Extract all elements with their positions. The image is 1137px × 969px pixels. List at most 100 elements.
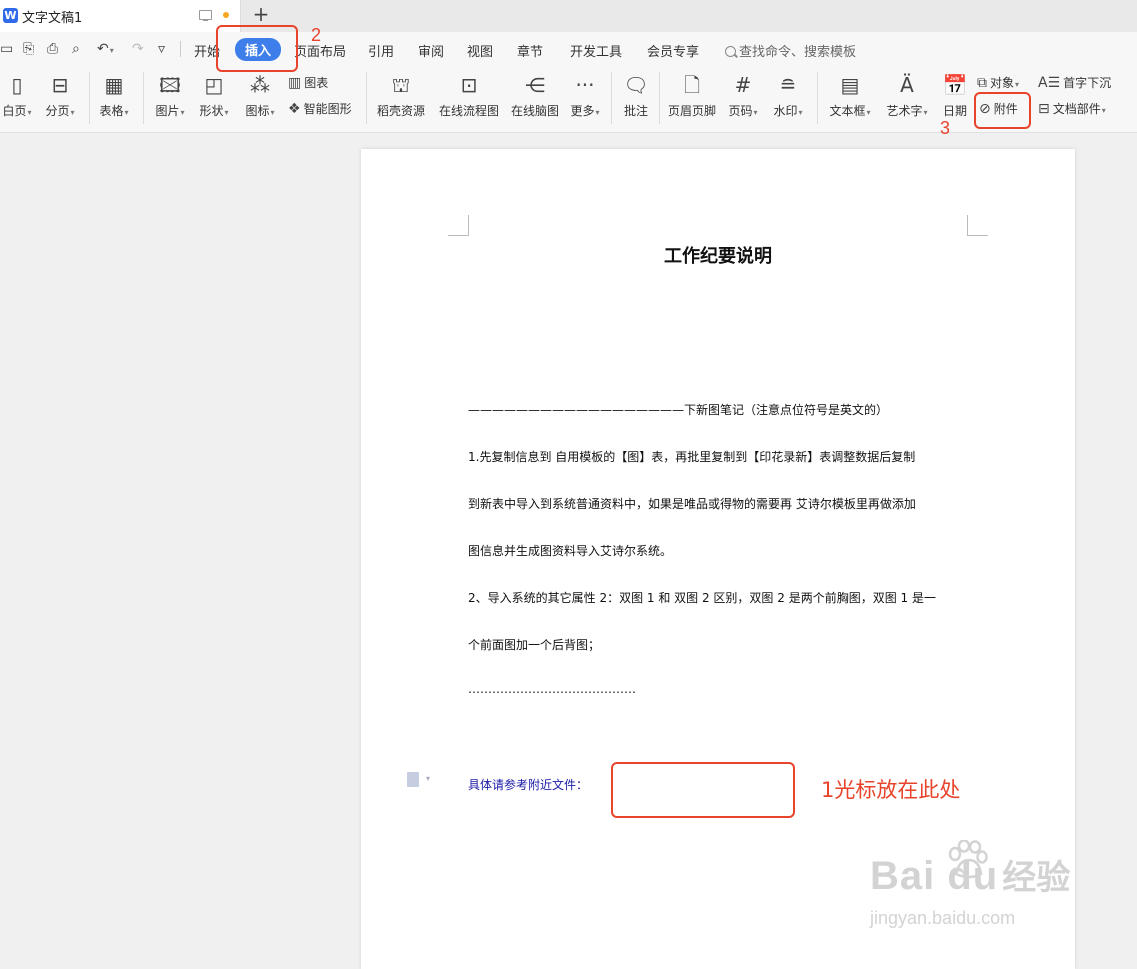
document-paragraph: …………………………………… xyxy=(468,682,636,696)
chart-label: 图表 xyxy=(304,76,329,90)
mindmap-icon: ⋲ xyxy=(525,73,545,97)
ribbon-divider xyxy=(817,72,818,124)
blank-page-button[interactable]: ▯ 白页▾ xyxy=(0,72,34,119)
more-icon: ··· xyxy=(575,73,595,97)
annotation-box-insert-tab xyxy=(216,25,298,72)
document-paragraph: 1.先复制信息到 自用模板的【图】表，再批里复制到【印花录新】表调整数据后复制 xyxy=(468,450,916,464)
textbox-icon: ▤ xyxy=(840,73,860,97)
watermark-brand-cn: 经验 xyxy=(1002,858,1071,898)
tab-sections[interactable]: 章节 xyxy=(517,41,543,60)
comment-button[interactable]: 🗨 批注 xyxy=(620,72,652,119)
document-title: 文字文稿1 xyxy=(22,11,83,26)
textbox-button[interactable]: ▤ 文本框▾ xyxy=(826,72,874,119)
header-footer-label: 页眉页脚 xyxy=(667,104,716,118)
object-icon: ⧉ xyxy=(977,75,987,91)
document-paragraph: 图信息并生成图资料导入艾诗尔系统。 xyxy=(468,544,673,558)
save-icon[interactable]: ▭ xyxy=(0,42,13,56)
page-break-label: 分页 xyxy=(45,104,70,118)
table-button[interactable]: ▦ 表格▾ xyxy=(96,72,132,119)
flowchart-icon: ⊡ xyxy=(460,73,478,97)
picture-button[interactable]: 🖾 图片▾ xyxy=(152,72,188,119)
annotation-box-attachment xyxy=(974,92,1031,129)
drop-cap-button[interactable]: A☰ 首字下沉 xyxy=(1038,74,1111,91)
new-tab-button[interactable]: + xyxy=(251,4,271,26)
search-placeholder: 查找命令、搜索模板 xyxy=(739,45,857,60)
online-flowchart-label: 在线流程图 xyxy=(438,104,499,118)
watermark-label: 水印 xyxy=(773,104,798,118)
calendar-icon: 📅 xyxy=(942,73,968,97)
wordart-button[interactable]: Ä 艺术字▾ xyxy=(883,72,931,119)
online-mindmap-label: 在线脑图 xyxy=(510,104,559,118)
undo-icon[interactable]: ↶▾ xyxy=(97,42,114,58)
docer-resources-button[interactable]: ⛫ 稻壳资源 xyxy=(375,72,427,119)
tab-review[interactable]: 审阅 xyxy=(418,41,444,60)
attachment-reference-text: 具体请参考附近文件： xyxy=(468,778,589,792)
baidu-watermark: Bai du 经验 jingyan.baidu.com xyxy=(870,840,1071,928)
online-mindmap-button[interactable]: ⋲ 在线脑图 xyxy=(509,72,561,119)
customize-quick-access-icon[interactable]: ▿ xyxy=(158,42,165,56)
watermark-icon: ≘ xyxy=(779,73,797,97)
more-label: 更多 xyxy=(570,104,595,118)
command-search[interactable]: 查找命令、搜索模板 xyxy=(725,41,856,60)
more-button[interactable]: ··· 更多▾ xyxy=(567,72,603,119)
picture-label: 图片 xyxy=(155,104,180,118)
comment-label: 批注 xyxy=(623,104,648,118)
redo-icon[interactable]: ↷ xyxy=(132,42,144,56)
header-footer-icon: 🗋 xyxy=(683,73,701,97)
ribbon-divider xyxy=(659,72,660,124)
docer-resources-label: 稻壳资源 xyxy=(376,104,425,118)
document-tab[interactable]: W 文字文稿1 xyxy=(0,0,241,32)
margin-corner-mark xyxy=(967,215,988,236)
smart-art-label: 智能图形 xyxy=(303,102,352,116)
paragraph-handle-icon[interactable] xyxy=(407,772,419,787)
chart-button[interactable]: ▥ 图表 xyxy=(288,74,328,91)
monitor-icon[interactable] xyxy=(199,10,212,21)
blank-page-label: 白页 xyxy=(2,104,27,118)
icon-label: 图标 xyxy=(245,104,270,118)
ribbon-divider xyxy=(366,72,367,124)
doc-parts-icon: ⊟ xyxy=(1038,101,1050,117)
tab-references[interactable]: 引用 xyxy=(368,41,394,60)
table-label: 表格 xyxy=(99,104,124,118)
online-flowchart-button[interactable]: ⊡ 在线流程图 xyxy=(438,72,500,119)
export-icon[interactable]: ⎘ xyxy=(23,42,34,56)
unsaved-indicator-icon xyxy=(223,12,229,18)
header-footer-button[interactable]: 🗋 页眉页脚 xyxy=(666,72,718,119)
shape-button[interactable]: ◰ 形状▾ xyxy=(196,72,232,119)
tab-membership[interactable]: 会员专享 xyxy=(647,41,699,60)
title-bar: W 文字文稿1 + xyxy=(0,0,1137,32)
icon-button[interactable]: ⁂ 图标▾ xyxy=(242,72,278,119)
blank-page-icon: ▯ xyxy=(11,73,23,97)
smart-art-button[interactable]: ❖ 智能图形 xyxy=(288,100,352,117)
tab-developer[interactable]: 开发工具 xyxy=(570,41,622,60)
doc-parts-label: 文档部件 xyxy=(1052,102,1101,116)
print-icon[interactable]: ⎙ xyxy=(47,42,58,56)
page-number-icon: # xyxy=(734,73,752,97)
page-break-button[interactable]: ⊟ 分页▾ xyxy=(42,72,78,119)
doc-parts-button[interactable]: ⊟ 文档部件▾ xyxy=(1038,100,1106,117)
document-paragraph: 到新表中导入到系统普通资料中，如果是唯品或得物的需要再 艾诗尔模板里再做添加 xyxy=(468,497,916,511)
document-paragraph: ——————————————————下新图笔记（注意点位符号是英文的） xyxy=(468,403,889,417)
object-button[interactable]: ⧉ 对象▾ xyxy=(977,74,1019,91)
date-button[interactable]: 📅 日期 xyxy=(940,72,970,119)
ribbon-divider xyxy=(143,72,144,124)
ribbon-divider xyxy=(611,72,612,124)
annotation-step-3: 3 xyxy=(940,118,951,138)
document-paragraph: 2、导入系统的其它属性 2：双图 1 和 双图 2 区别，双图 2 是两个前胸图… xyxy=(468,591,936,605)
smart-art-icon: ❖ xyxy=(288,101,301,117)
shape-label: 形状 xyxy=(199,104,224,118)
annotation-step-2: 2 xyxy=(311,25,322,45)
tab-view[interactable]: 视图 xyxy=(467,41,493,60)
print-preview-icon[interactable]: ⌕ xyxy=(72,42,80,56)
drop-cap-icon: A☰ xyxy=(1038,75,1061,91)
page-number-button[interactable]: # 页码▾ xyxy=(725,72,761,119)
document-heading: 工作纪要说明 xyxy=(664,246,772,267)
menu-bar: ▭ ⎘ ⎙ ⌕ ↶▾ ↷ ▿ 开始 插入 页面布局 引用 审阅 视图 章节 开发… xyxy=(0,32,1137,66)
chevron-down-icon[interactable]: ▾ xyxy=(426,774,430,783)
wps-writer-logo-icon: W xyxy=(3,8,18,23)
baidu-paw-logo-icon xyxy=(948,840,988,879)
chart-icon: ▥ xyxy=(288,75,302,91)
drop-cap-label: 首字下沉 xyxy=(1063,76,1112,90)
watermark-button[interactable]: ≘ 水印▾ xyxy=(770,72,806,119)
docer-resources-icon: ⛫ xyxy=(391,73,411,97)
